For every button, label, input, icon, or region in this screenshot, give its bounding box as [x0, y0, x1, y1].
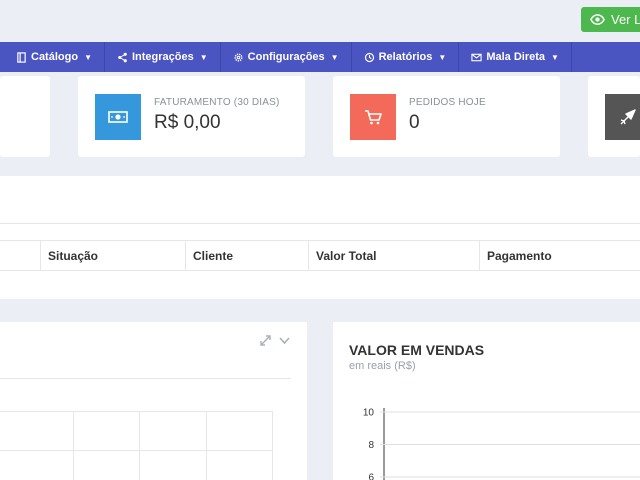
share-icon [118, 52, 127, 62]
nav-reports-label: Relatórios [378, 51, 433, 63]
nav-integrations-label: Integrações [131, 51, 194, 63]
cart-icon [365, 110, 382, 125]
chart-grid-cell [206, 450, 273, 480]
y-tick-label: 6 [368, 473, 374, 480]
view-store-label: Ver Loja [611, 12, 640, 27]
recent-orders-panel: Situação Cliente Valor Total Pagamento [0, 176, 640, 299]
money-icon [108, 111, 128, 123]
y-tick-label: 10 [363, 408, 375, 419]
divider [0, 223, 640, 224]
nav-catalog[interactable]: Catálogo ▼ [0, 42, 105, 72]
plane-icon [620, 109, 636, 125]
chart-grid-cell [73, 450, 140, 480]
chart-grid-cell [139, 411, 207, 451]
divider [0, 378, 291, 379]
chart-grid-cell [139, 450, 207, 480]
chevron-down-icon: ▼ [84, 52, 92, 62]
main-nav: Catálogo ▼ Integrações ▼ Configurações ▼… [0, 42, 640, 72]
clock-icon [364, 52, 374, 62]
kpi-revenue-label: FATURAMENTO (30 DIAS) [154, 97, 280, 108]
kpi-shipping-icon-box [605, 94, 640, 140]
kpi-card-partial [0, 76, 50, 157]
sales-value-panel: VALOR EM VENDAS em reais (R$) 10 8 6 [333, 322, 640, 480]
column-header-total[interactable]: Valor Total [308, 241, 479, 270]
chevron-down-icon: ▼ [551, 52, 559, 62]
chevron-down-icon: ▼ [438, 52, 447, 62]
chevron-down-icon: ▼ [330, 52, 339, 62]
view-store-button[interactable]: Ver Loja [581, 7, 640, 32]
chart-grid-cell [73, 411, 140, 451]
nav-catalog-label: Catálogo [31, 51, 79, 63]
kpi-card-orders-today: PEDIDOS HOJE 0 [333, 76, 560, 157]
gear-icon [234, 52, 243, 62]
chevron-down-icon[interactable] [278, 334, 291, 347]
column-header-payment[interactable]: Pagamento [479, 241, 640, 270]
nav-direct-mail[interactable]: Mala Direta ▼ [459, 42, 572, 72]
sales-chart: 10 8 6 [363, 408, 640, 480]
column-header-status[interactable]: Situação [40, 241, 185, 270]
panel-tools [259, 334, 291, 347]
nav-integrations[interactable]: Integrações ▼ [105, 42, 221, 72]
top-bar: Ver Loja [0, 0, 640, 42]
kpi-revenue-value: R$ 0,00 [154, 112, 221, 133]
y-tick-label: 8 [368, 440, 374, 451]
orders-table-header: Situação Cliente Valor Total Pagamento [0, 240, 640, 271]
sales-chart-subtitle: em reais (R$) [349, 360, 416, 372]
kpi-orders-label: PEDIDOS HOJE [409, 97, 486, 108]
nav-settings[interactable]: Configurações ▼ [221, 42, 352, 72]
chart-grid-cell [206, 411, 273, 451]
chart-grid-cell [0, 411, 74, 451]
column-header-customer[interactable]: Cliente [185, 241, 308, 270]
book-icon [17, 51, 26, 63]
expand-icon[interactable] [259, 334, 272, 347]
kpi-revenue-icon-box [95, 94, 141, 140]
kpi-card-shipping [588, 76, 640, 157]
envelope-icon [471, 53, 482, 61]
chevron-down-icon: ▼ [199, 52, 208, 62]
chart-panel-left [0, 322, 307, 480]
kpi-orders-value: 0 [409, 112, 420, 133]
nav-settings-label: Configurações [247, 51, 325, 63]
nav-direct-mail-label: Mala Direta [486, 51, 546, 63]
sales-chart-title: VALOR EM VENDAS [349, 342, 485, 358]
eye-icon [590, 14, 605, 25]
kpi-card-revenue: FATURAMENTO (30 DIAS) R$ 0,00 [78, 76, 305, 157]
nav-reports[interactable]: Relatórios ▼ [352, 42, 460, 72]
chart-grid-cell [0, 450, 74, 480]
kpi-orders-icon-box [350, 94, 396, 140]
